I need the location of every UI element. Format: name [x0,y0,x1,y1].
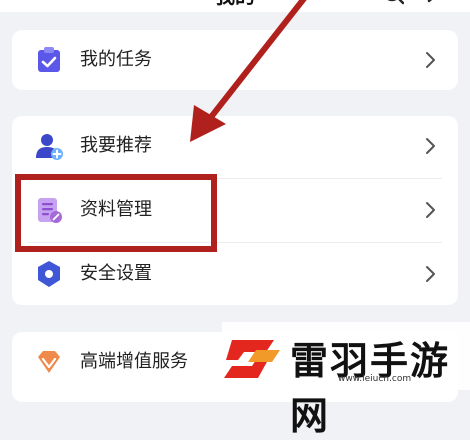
watermark-url: www.leiucn.com [338,374,412,384]
watermark-title: 雷羽手游网 [290,339,451,438]
